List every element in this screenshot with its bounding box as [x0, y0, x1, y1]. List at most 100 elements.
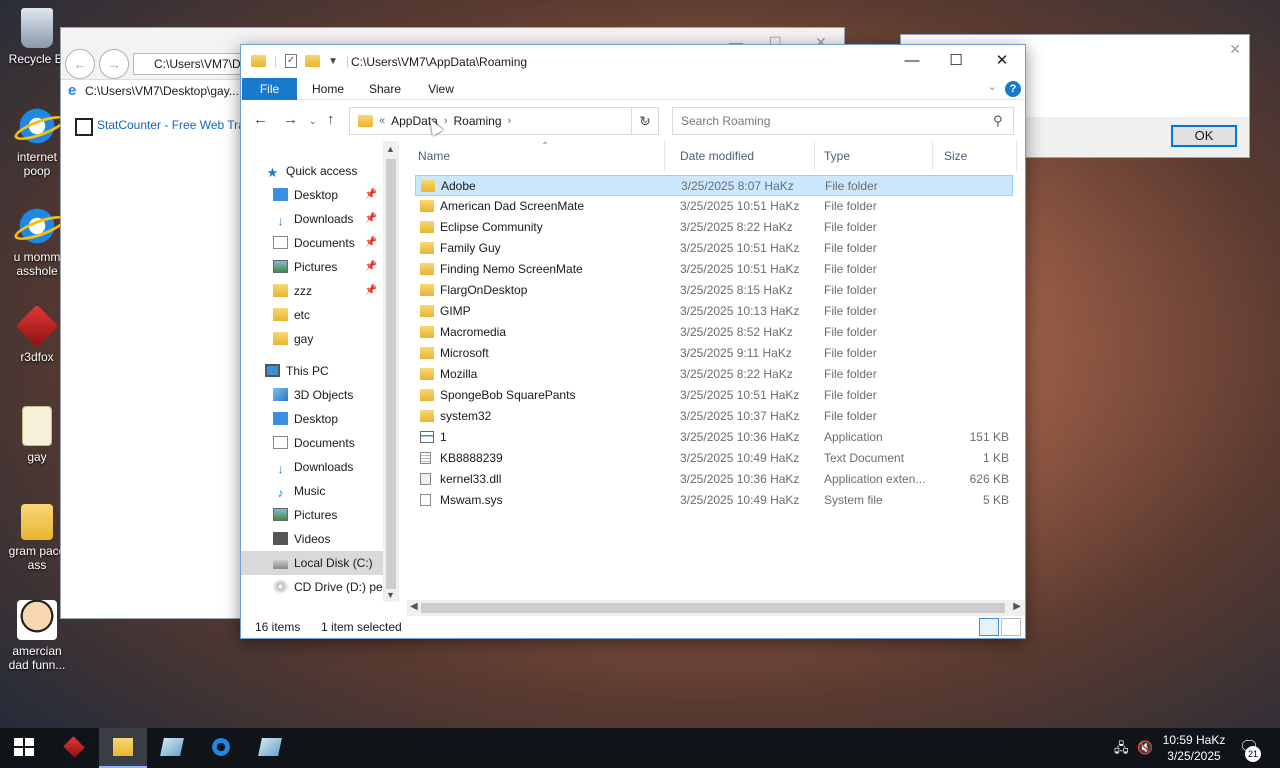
- desktop-icon[interactable]: r3dfox: [6, 304, 68, 364]
- taskbar-app-button[interactable]: [148, 728, 196, 768]
- file-row[interactable]: Mswam.sys 3/25/2025 10:49 HaKz System file…: [415, 490, 1013, 511]
- expand-ribbon-icon[interactable]: ⌄: [988, 80, 997, 93]
- desktop-icon[interactable]: amercian dad funn...: [6, 600, 68, 672]
- minimize-button[interactable]: —: [889, 45, 935, 77]
- file-row[interactable]: KB8888239 3/25/2025 10:49 HaKz Text Docume…: [415, 448, 1013, 469]
- nav-quick-access[interactable]: ★ Quick access: [241, 159, 383, 183]
- desktop-icon[interactable]: Recycle Bi: [6, 8, 68, 66]
- search-icon[interactable]: ⚲: [993, 113, 1017, 129]
- tab-share[interactable]: Share: [361, 78, 409, 100]
- nav-pc-item-2[interactable]: Documents: [241, 431, 383, 455]
- file-row[interactable]: Finding Nemo ScreenMate 3/25/2025 10:51 H…: [415, 259, 1013, 280]
- statcounter-link[interactable]: StatCounter - Free Web Track: [75, 118, 257, 136]
- scroll-up-icon[interactable]: ▲: [386, 144, 395, 154]
- file-row[interactable]: Eclipse Community 3/25/2025 8:22 HaKz File…: [415, 217, 1013, 238]
- nav-item-1[interactable]: ↓ Downloads 📌: [241, 207, 383, 231]
- nav-pc-item-8[interactable]: CD Drive (D:) per: [241, 575, 383, 599]
- nav-item-0[interactable]: Desktop 📌: [241, 183, 383, 207]
- column-type[interactable]: Type: [813, 141, 933, 171]
- file-row[interactable]: FlargOnDesktop 3/25/2025 8:15 HaKz File fo…: [415, 280, 1013, 301]
- desktop-icon[interactable]: u momm asshole: [6, 206, 68, 278]
- file-row[interactable]: kernel33.dll 3/25/2025 10:36 HaKz Applicat…: [415, 469, 1013, 490]
- new-folder-icon[interactable]: [305, 55, 321, 67]
- breadcrumb-overflow[interactable]: «: [379, 115, 385, 127]
- file-row[interactable]: American Dad ScreenMate 3/25/2025 10:51 H…: [415, 196, 1013, 217]
- nav-item-6[interactable]: gay: [241, 327, 383, 351]
- column-size[interactable]: Size: [933, 141, 1017, 171]
- navigation-scrollbar[interactable]: ▲ ▼: [383, 141, 399, 602]
- file-row[interactable]: Family Guy 3/25/2025 10:51 HaKz File folde…: [415, 238, 1013, 259]
- scroll-right-icon[interactable]: ▶: [1013, 601, 1021, 612]
- file-row[interactable]: Microsoft 3/25/2025 9:11 HaKz File folder: [415, 343, 1013, 364]
- forward-icon[interactable]: →: [283, 111, 298, 128]
- ie-back-icon[interactable]: ←: [65, 49, 95, 79]
- title-bar[interactable]: | ✓ ▼ | C:\Users\VM7\AppData\Roaming — ☐…: [241, 45, 1025, 78]
- address-bar[interactable]: « AppData › Roaming › ⌄: [349, 107, 659, 135]
- column-name[interactable]: Name: [407, 141, 665, 171]
- nav-this-pc[interactable]: This PC: [241, 359, 383, 383]
- folder-icon: [273, 308, 288, 321]
- nav-pc-item-3[interactable]: ↓ Downloads: [241, 455, 383, 479]
- scrollbar-thumb[interactable]: [421, 603, 1005, 613]
- dialog-close-icon[interactable]: ✕: [1229, 41, 1241, 58]
- file-date: 3/25/2025 10:51 HaKz: [680, 199, 800, 213]
- nav-item-label: Desktop: [294, 188, 339, 202]
- volume-muted-icon[interactable]: 🔇: [1137, 728, 1153, 768]
- refresh-button[interactable]: ↻: [631, 107, 659, 135]
- large-icons-view-icon[interactable]: [1001, 618, 1021, 636]
- file-row[interactable]: Mozilla 3/25/2025 8:22 HaKz File folder: [415, 364, 1013, 385]
- file-row[interactable]: Macromedia 3/25/2025 8:52 HaKz File folder: [415, 322, 1013, 343]
- file-row[interactable]: Adobe 3/25/2025 8:07 HaKz File folder: [415, 175, 1013, 196]
- nav-item-4[interactable]: zzz 📌: [241, 279, 383, 303]
- chevron-right-icon[interactable]: ›: [508, 115, 512, 127]
- start-button[interactable]: [0, 728, 48, 768]
- file-icon: [22, 406, 52, 446]
- ie-tab-title[interactable]: C:\Users\VM7\Desktop\gay...: [65, 82, 239, 99]
- taskbar-app-button[interactable]: [50, 728, 98, 768]
- recent-locations-icon[interactable]: ⌄: [309, 116, 317, 127]
- ie-forward-icon[interactable]: →: [99, 49, 129, 79]
- ok-button[interactable]: OK: [1171, 125, 1237, 147]
- file-row[interactable]: 1 3/25/2025 10:36 HaKz Application 151 KB: [415, 427, 1013, 448]
- system-clock[interactable]: 10:59 HaKz 3/25/2025: [1158, 732, 1230, 764]
- search-input[interactable]: Search Roaming: [672, 107, 1014, 135]
- nav-pc-item-6[interactable]: Videos: [241, 527, 383, 551]
- nav-pc-item-0[interactable]: 3D Objects: [241, 383, 383, 407]
- desktop-icon[interactable]: gay: [6, 406, 68, 464]
- nav-item-2[interactable]: Documents 📌: [241, 231, 383, 255]
- customize-toolbar-icon[interactable]: ▼: [328, 56, 338, 67]
- nav-pc-item-5[interactable]: Pictures: [241, 503, 383, 527]
- nav-item-5[interactable]: etc: [241, 303, 383, 327]
- desktop-icon[interactable]: internet poop: [6, 106, 68, 178]
- nav-pc-item-1[interactable]: Desktop: [241, 407, 383, 431]
- maximize-button[interactable]: ☐: [933, 45, 979, 77]
- tab-file[interactable]: File: [242, 78, 297, 100]
- nav-item-3[interactable]: Pictures 📌: [241, 255, 383, 279]
- chevron-right-icon[interactable]: ›: [444, 115, 448, 127]
- tab-view[interactable]: View: [417, 78, 465, 100]
- details-view-icon[interactable]: [979, 618, 999, 636]
- nav-pc-item-4[interactable]: ♪ Music: [241, 479, 383, 503]
- file-explorer-window[interactable]: | ✓ ▼ | C:\Users\VM7\AppData\Roaming — ☐…: [240, 44, 1026, 639]
- scroll-left-icon[interactable]: ◀: [410, 601, 418, 612]
- taskbar-app-button[interactable]: [99, 728, 147, 768]
- tab-home[interactable]: Home: [303, 78, 353, 100]
- close-button[interactable]: ✕: [979, 45, 1025, 77]
- nav-pc-item-7[interactable]: Local Disk (C:): [241, 551, 383, 575]
- horizontal-scrollbar[interactable]: ◀ ▶: [407, 600, 1025, 616]
- scrollbar-thumb[interactable]: [386, 159, 396, 589]
- desktop-icon[interactable]: gram pace ass: [6, 504, 68, 572]
- back-icon[interactable]: ←: [253, 111, 268, 128]
- network-icon[interactable]: 🖧: [1114, 728, 1129, 768]
- taskbar-app-button[interactable]: [246, 728, 294, 768]
- file-row[interactable]: system32 3/25/2025 10:37 HaKz File folder: [415, 406, 1013, 427]
- up-icon[interactable]: ↑: [327, 111, 335, 128]
- breadcrumb-roaming[interactable]: Roaming: [454, 114, 502, 128]
- help-icon[interactable]: ?: [1005, 81, 1021, 97]
- file-row[interactable]: SpongeBob SquarePants 3/25/2025 10:51 HaK…: [415, 385, 1013, 406]
- taskbar-app-button[interactable]: [197, 728, 245, 768]
- column-date-modified[interactable]: Date modified: [669, 141, 815, 171]
- properties-icon[interactable]: ✓: [285, 54, 298, 68]
- scroll-down-icon[interactable]: ▼: [386, 590, 395, 600]
- file-row[interactable]: GIMP 3/25/2025 10:13 HaKz File folder: [415, 301, 1013, 322]
